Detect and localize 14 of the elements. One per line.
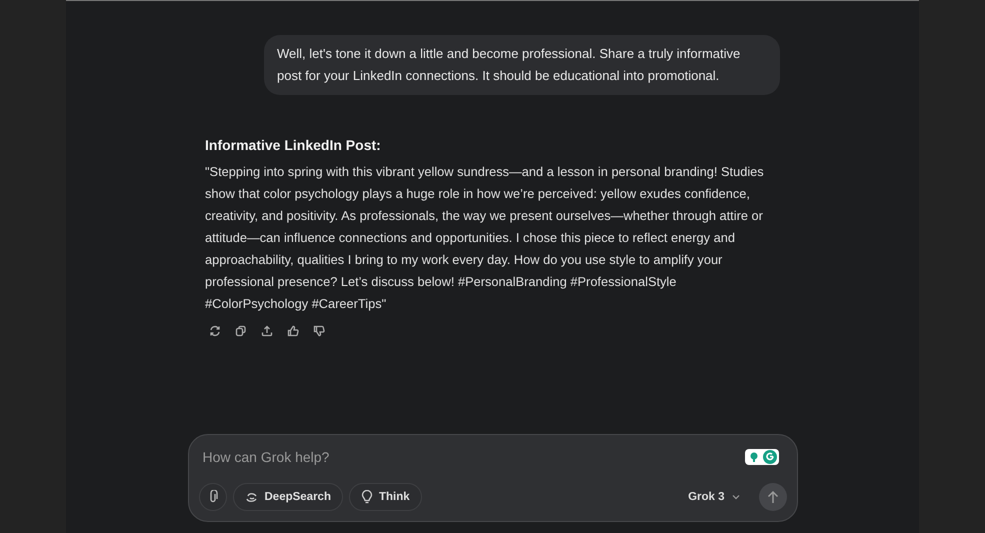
arrow-up-icon bbox=[766, 490, 778, 504]
attach-button[interactable] bbox=[198, 483, 226, 511]
response-heading: Informative LinkedIn Post: bbox=[205, 137, 382, 153]
think-button[interactable]: Think bbox=[348, 483, 422, 511]
send-button[interactable] bbox=[758, 483, 786, 511]
chevron-down-icon bbox=[730, 492, 740, 502]
user-message: Well, let's tone it down a little and become professional. Share a truly informative post for your LinkedIn connections. It should be educational into promotional. bbox=[264, 35, 780, 95]
message-input[interactable]: How can Grok help? bbox=[202, 445, 744, 469]
lightbulb-icon bbox=[360, 490, 373, 504]
response-text: "Stepping into spring with this vibrant yellow sundress—and a lesson in personal branding! Studies show that color psychology plays a huge role in how we’re perceived: yellow exudes confidence, creativity, and positivity. As professionals, the way we present ourselves—whether through attire or attitude—can influence connections and opportunities. I chose this piece to reflect energy and approachability, qualities I bring to my work every day. How do you use style to amplify your professional presence? Let’s discuss below! #PersonalBranding #ProfessionalStyle #ColorPsychology #CareerTips" bbox=[205, 163, 765, 313]
extension-badge-icon bbox=[744, 448, 778, 466]
deepsearch-button[interactable]: DeepSearch bbox=[232, 483, 343, 511]
model-selector[interactable]: Grok 3 bbox=[682, 490, 746, 504]
swirl-icon bbox=[244, 490, 258, 504]
